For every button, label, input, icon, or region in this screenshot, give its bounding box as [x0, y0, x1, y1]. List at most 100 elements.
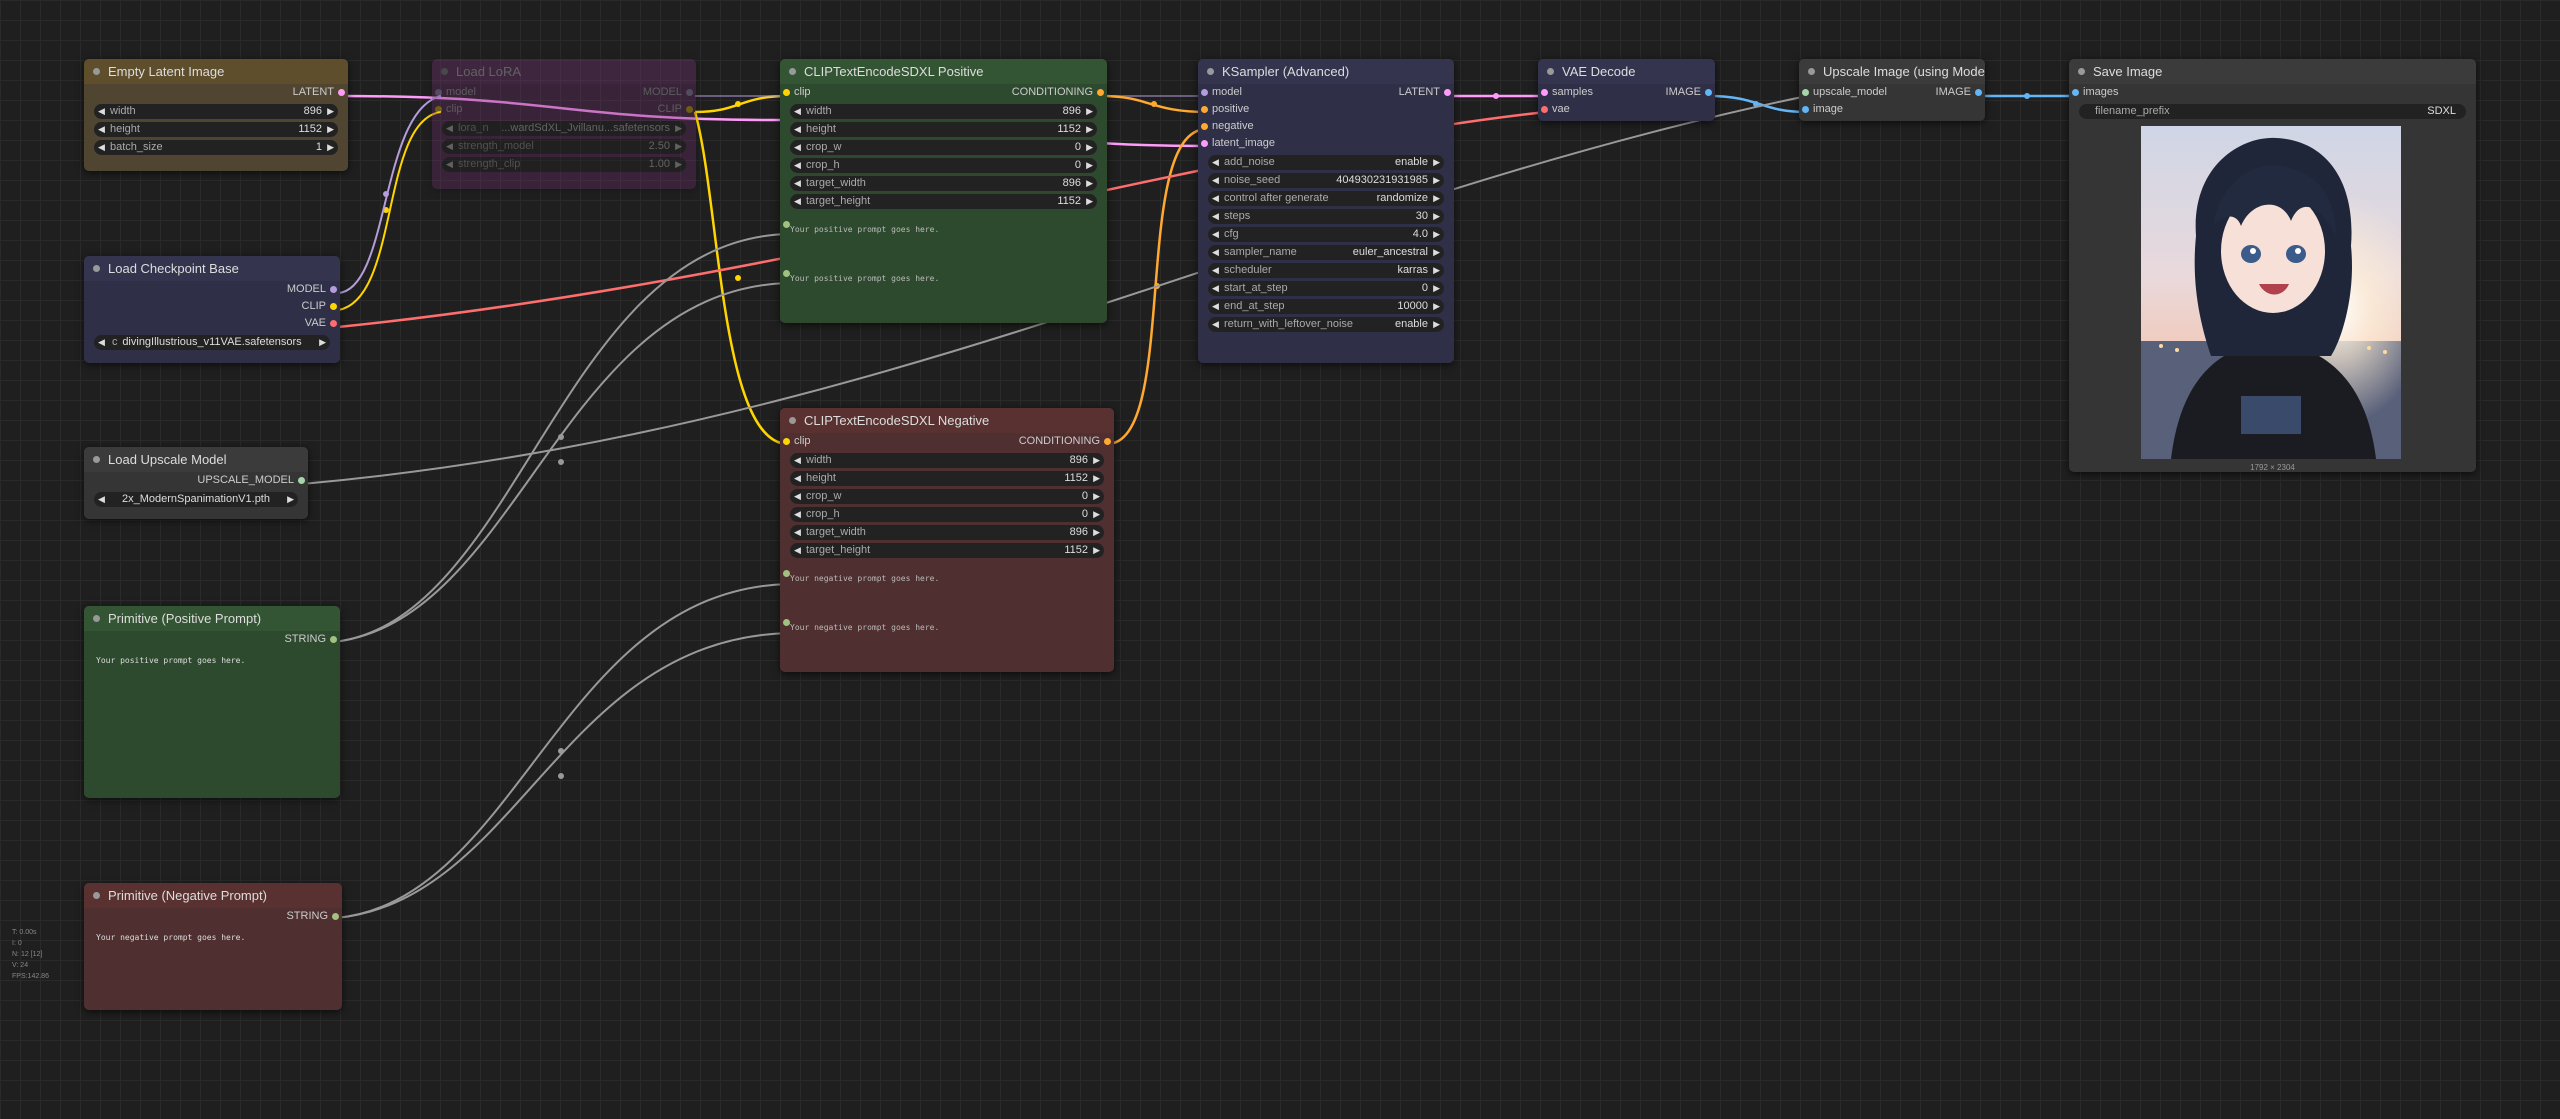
- arrow-right-icon[interactable]: ▶: [1093, 525, 1100, 540]
- string-output-slot-icon[interactable]: [330, 636, 337, 643]
- widget-crop-w[interactable]: ◀ crop_w 0 ▶: [790, 489, 1104, 504]
- widget-height[interactable]: ◀ height 1152 ▶: [790, 471, 1104, 486]
- widget-batch-size[interactable]: ◀ batch_size 1 ▶: [94, 140, 338, 155]
- arrow-right-icon[interactable]: ▶: [1093, 507, 1100, 522]
- image-output-slot-icon[interactable]: [1975, 89, 1982, 96]
- widget-sampler-name[interactable]: ◀ sampler_name euler_ancestral ▶: [1208, 245, 1444, 260]
- upscale-model-output-slot-icon[interactable]: [298, 477, 305, 484]
- conditioning-output-slot-icon[interactable]: [1104, 438, 1111, 445]
- upscale-model-input-slot-icon[interactable]: [1802, 89, 1809, 96]
- text-l-preview[interactable]: Your positive prompt goes here.: [780, 260, 1107, 283]
- arrow-right-icon[interactable]: ▶: [327, 122, 334, 137]
- node-title[interactable]: KSampler (Advanced): [1198, 59, 1454, 84]
- clip-output-slot-icon[interactable]: [330, 303, 337, 310]
- node-clip-encode-negative[interactable]: CLIPTextEncodeSDXL Negative clip CONDITI…: [780, 408, 1114, 672]
- model-output-slot-icon[interactable]: [686, 89, 693, 96]
- widget-scheduler[interactable]: ◀ scheduler karras ▶: [1208, 263, 1444, 278]
- arrow-right-icon[interactable]: ▶: [1433, 245, 1440, 260]
- arrow-left-icon[interactable]: ◀: [1212, 263, 1219, 278]
- arrow-left-icon[interactable]: ◀: [794, 507, 801, 522]
- node-title[interactable]: CLIPTextEncodeSDXL Positive: [780, 59, 1107, 84]
- arrow-left-icon[interactable]: ◀: [98, 122, 105, 137]
- node-primitive-negative[interactable]: Primitive (Negative Prompt) STRING Your …: [84, 883, 342, 1010]
- node-vae-decode[interactable]: VAE Decode samples IMAGE vae: [1538, 59, 1715, 121]
- collapse-dot-icon[interactable]: [441, 68, 448, 75]
- positive-prompt-textarea[interactable]: Your positive prompt goes here.: [84, 648, 340, 673]
- arrow-left-icon[interactable]: ◀: [446, 157, 453, 172]
- node-save-image[interactable]: Save Image images filename_prefix SDXL 1…: [2069, 59, 2476, 472]
- arrow-left-icon[interactable]: ◀: [98, 492, 105, 507]
- negative-input-slot-icon[interactable]: [1201, 123, 1208, 130]
- images-input-slot-icon[interactable]: [2072, 89, 2079, 96]
- positive-input-slot-icon[interactable]: [1201, 106, 1208, 113]
- widget-crop-h[interactable]: ◀ crop_h 0 ▶: [790, 158, 1097, 173]
- arrow-right-icon[interactable]: ▶: [1086, 104, 1093, 119]
- node-load-lora[interactable]: Load LoRA model MODEL clip CLIP ◀ lora_n.…: [432, 59, 696, 189]
- arrow-right-icon[interactable]: ▶: [1433, 227, 1440, 242]
- collapse-dot-icon[interactable]: [93, 456, 100, 463]
- latent-output-slot-icon[interactable]: [338, 89, 345, 96]
- arrow-left-icon[interactable]: ◀: [794, 471, 801, 486]
- arrow-right-icon[interactable]: ▶: [1086, 140, 1093, 155]
- node-load-upscale-model[interactable]: Load Upscale Model UPSCALE_MODEL ◀ 2x_Mo…: [84, 447, 308, 519]
- negative-prompt-textarea[interactable]: Your negative prompt goes here.: [84, 925, 342, 950]
- arrow-left-icon[interactable]: ◀: [98, 140, 105, 155]
- arrow-right-icon[interactable]: ▶: [1093, 543, 1100, 558]
- arrow-left-icon[interactable]: ◀: [1212, 317, 1219, 332]
- arrow-right-icon[interactable]: ▶: [327, 140, 334, 155]
- node-load-checkpoint[interactable]: Load Checkpoint Base MODEL CLIP VAE ◀ c …: [84, 256, 340, 363]
- node-primitive-positive[interactable]: Primitive (Positive Prompt) STRING Your …: [84, 606, 340, 798]
- arrow-right-icon[interactable]: ▶: [1433, 155, 1440, 170]
- node-title[interactable]: Primitive (Positive Prompt): [84, 606, 340, 631]
- widget-noise-seed[interactable]: ◀ noise_seed 404930231931985 ▶: [1208, 173, 1444, 188]
- arrow-left-icon[interactable]: ◀: [794, 453, 801, 468]
- arrow-right-icon[interactable]: ▶: [327, 104, 334, 119]
- arrow-right-icon[interactable]: ▶: [1086, 158, 1093, 173]
- string-input-slot-icon[interactable]: [783, 619, 790, 626]
- collapse-dot-icon[interactable]: [93, 615, 100, 622]
- arrow-left-icon[interactable]: ◀: [794, 543, 801, 558]
- widget-target-height[interactable]: ◀ target_height 1152 ▶: [790, 194, 1097, 209]
- arrow-left-icon[interactable]: ◀: [1212, 281, 1219, 296]
- arrow-right-icon[interactable]: ▶: [319, 335, 326, 350]
- vae-output-slot-icon[interactable]: [330, 320, 337, 327]
- arrow-right-icon[interactable]: ▶: [675, 157, 682, 172]
- arrow-left-icon[interactable]: ◀: [446, 139, 453, 154]
- model-input-slot-icon[interactable]: [435, 89, 442, 96]
- text-l-preview[interactable]: Your negative prompt goes here.: [780, 609, 1114, 632]
- widget-height[interactable]: ◀ height 1152 ▶: [790, 122, 1097, 137]
- arrow-left-icon[interactable]: ◀: [98, 335, 105, 350]
- widget-strength-clip[interactable]: ◀ strength_clip 1.00 ▶: [442, 157, 686, 172]
- arrow-left-icon[interactable]: ◀: [98, 104, 105, 119]
- arrow-left-icon[interactable]: ◀: [1212, 209, 1219, 224]
- arrow-left-icon[interactable]: ◀: [1212, 245, 1219, 260]
- widget-end-at-step[interactable]: ◀ end_at_step 10000 ▶: [1208, 299, 1444, 314]
- node-clip-encode-positive[interactable]: CLIPTextEncodeSDXL Positive clip CONDITI…: [780, 59, 1107, 323]
- arrow-right-icon[interactable]: ▶: [675, 121, 682, 136]
- string-output-slot-icon[interactable]: [332, 913, 339, 920]
- arrow-left-icon[interactable]: ◀: [794, 104, 801, 119]
- arrow-left-icon[interactable]: ◀: [794, 158, 801, 173]
- arrow-left-icon[interactable]: ◀: [794, 525, 801, 540]
- arrow-right-icon[interactable]: ▶: [1086, 194, 1093, 209]
- arrow-left-icon[interactable]: ◀: [1212, 155, 1219, 170]
- clip-input-slot-icon[interactable]: [783, 438, 790, 445]
- arrow-left-icon[interactable]: ◀: [794, 194, 801, 209]
- collapse-dot-icon[interactable]: [2078, 68, 2085, 75]
- text-g-preview[interactable]: Your positive prompt goes here.: [780, 211, 1107, 234]
- arrow-right-icon[interactable]: ▶: [1433, 281, 1440, 296]
- arrow-right-icon[interactable]: ▶: [1433, 263, 1440, 278]
- widget-start-at-step[interactable]: ◀ start_at_step 0 ▶: [1208, 281, 1444, 296]
- string-input-slot-icon[interactable]: [783, 570, 790, 577]
- arrow-right-icon[interactable]: ▶: [1086, 176, 1093, 191]
- clip-input-slot-icon[interactable]: [783, 89, 790, 96]
- widget-crop-w[interactable]: ◀ crop_w 0 ▶: [790, 140, 1097, 155]
- collapse-dot-icon[interactable]: [1808, 68, 1815, 75]
- string-input-slot-icon[interactable]: [783, 270, 790, 277]
- arrow-left-icon[interactable]: ◀: [1212, 173, 1219, 188]
- arrow-left-icon[interactable]: ◀: [794, 176, 801, 191]
- arrow-left-icon[interactable]: ◀: [794, 122, 801, 137]
- arrow-left-icon[interactable]: ◀: [794, 489, 801, 504]
- output-image-preview[interactable]: [2141, 126, 2401, 459]
- arrow-right-icon[interactable]: ▶: [1433, 191, 1440, 206]
